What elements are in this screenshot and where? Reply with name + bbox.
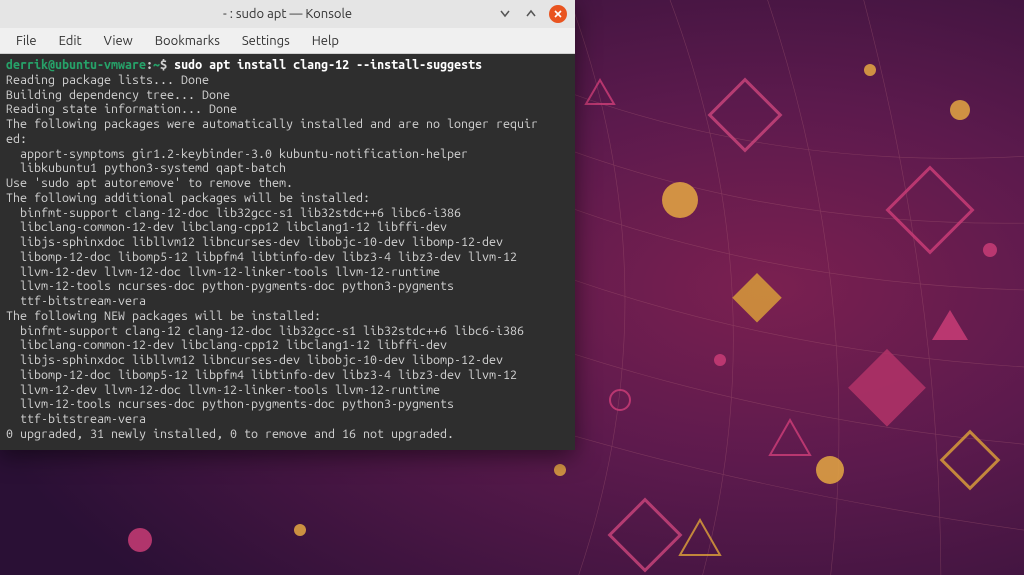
maximize-button[interactable]: [523, 6, 539, 22]
close-button[interactable]: [549, 5, 567, 23]
menubar: File Edit View Bookmarks Settings Help: [0, 28, 575, 54]
prompt-user-host: derrik@ubuntu-vmware: [6, 58, 146, 72]
titlebar[interactable]: - : sudo apt — Konsole: [0, 0, 575, 28]
command-output: Reading package lists... Done Building d…: [6, 73, 538, 441]
menu-bookmarks[interactable]: Bookmarks: [145, 31, 230, 51]
prompt-symbol: $: [160, 58, 167, 72]
window-controls: [497, 5, 567, 23]
menu-settings[interactable]: Settings: [232, 31, 300, 51]
terminal-output[interactable]: derrik@ubuntu-vmware:~$ sudo apt install…: [0, 54, 575, 450]
menu-edit[interactable]: Edit: [49, 31, 92, 51]
menu-help[interactable]: Help: [302, 31, 349, 51]
prompt-path: ~: [153, 58, 160, 72]
menu-view[interactable]: View: [94, 31, 143, 51]
command-text: sudo apt install clang-12 --install-sugg…: [174, 58, 482, 72]
minimize-button[interactable]: [497, 6, 513, 22]
konsole-window: - : sudo apt — Konsole File Edit View Bo…: [0, 0, 575, 450]
window-title: - : sudo apt — Konsole: [223, 7, 352, 21]
menu-file[interactable]: File: [6, 31, 47, 51]
